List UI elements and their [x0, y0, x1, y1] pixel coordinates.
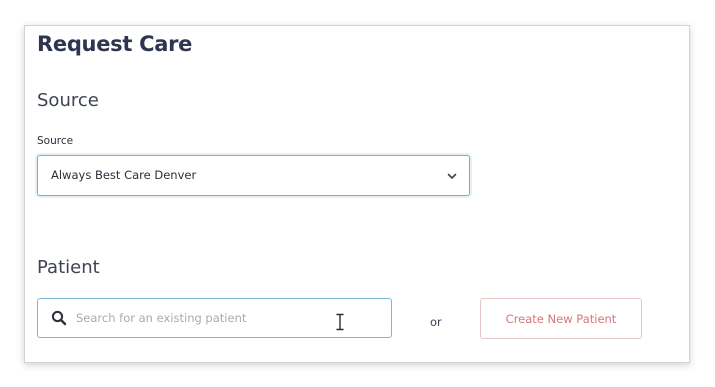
patient-section-heading: Patient	[37, 257, 100, 278]
patient-search-input[interactable]	[76, 305, 376, 331]
source-section-heading: Source	[37, 90, 99, 111]
create-new-patient-button[interactable]: Create New Patient	[480, 298, 642, 339]
source-select[interactable]: Always Best Care Denver	[37, 155, 470, 196]
chevron-down-icon	[447, 173, 457, 179]
source-field-label: Source	[37, 135, 74, 147]
source-select-value: Always Best Care Denver	[51, 168, 197, 182]
text-cursor-icon	[336, 313, 344, 331]
request-care-card: Request Care Source Source Always Best C…	[24, 25, 690, 363]
or-separator: or	[430, 315, 442, 329]
search-icon	[51, 310, 67, 326]
page-title: Request Care	[37, 32, 193, 56]
patient-search-field[interactable]	[37, 298, 392, 338]
